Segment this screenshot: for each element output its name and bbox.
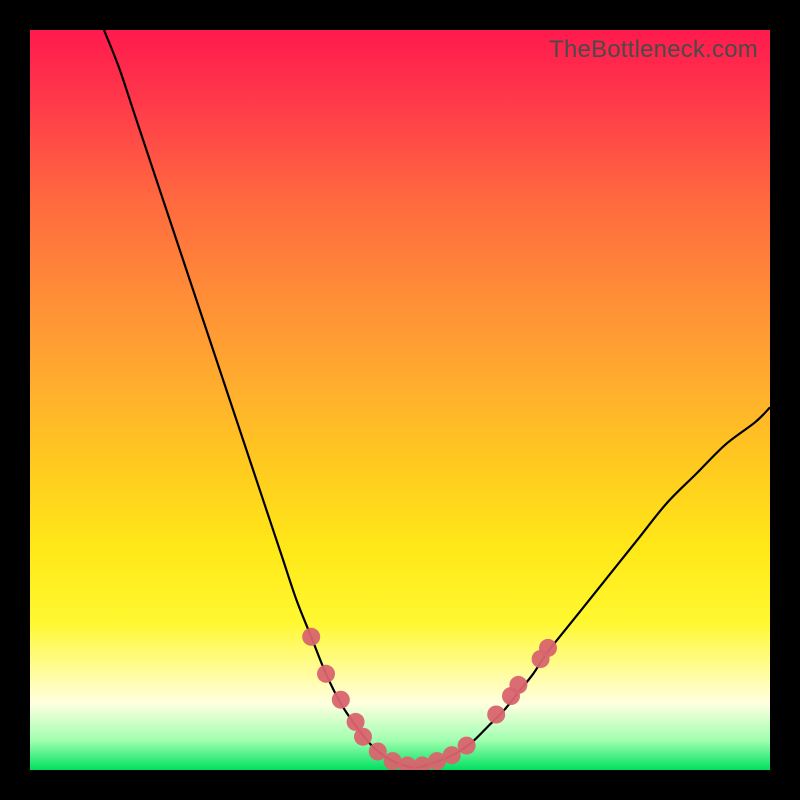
- marker-point: [332, 691, 350, 709]
- marker-point: [302, 628, 320, 646]
- plot-area: TheBottleneck.com: [30, 30, 770, 770]
- chart-svg: [30, 30, 770, 770]
- chart-frame: TheBottleneck.com: [0, 0, 800, 800]
- marker-point: [354, 728, 372, 746]
- marker-point: [509, 676, 527, 694]
- curve-lines: [104, 30, 770, 768]
- marker-point: [369, 743, 387, 761]
- marker-point: [317, 665, 335, 683]
- highlight-markers: [302, 628, 557, 770]
- marker-point: [458, 737, 476, 755]
- marker-point: [539, 639, 557, 657]
- marker-point: [443, 746, 461, 764]
- bottleneck-curve: [104, 30, 770, 768]
- marker-point: [487, 706, 505, 724]
